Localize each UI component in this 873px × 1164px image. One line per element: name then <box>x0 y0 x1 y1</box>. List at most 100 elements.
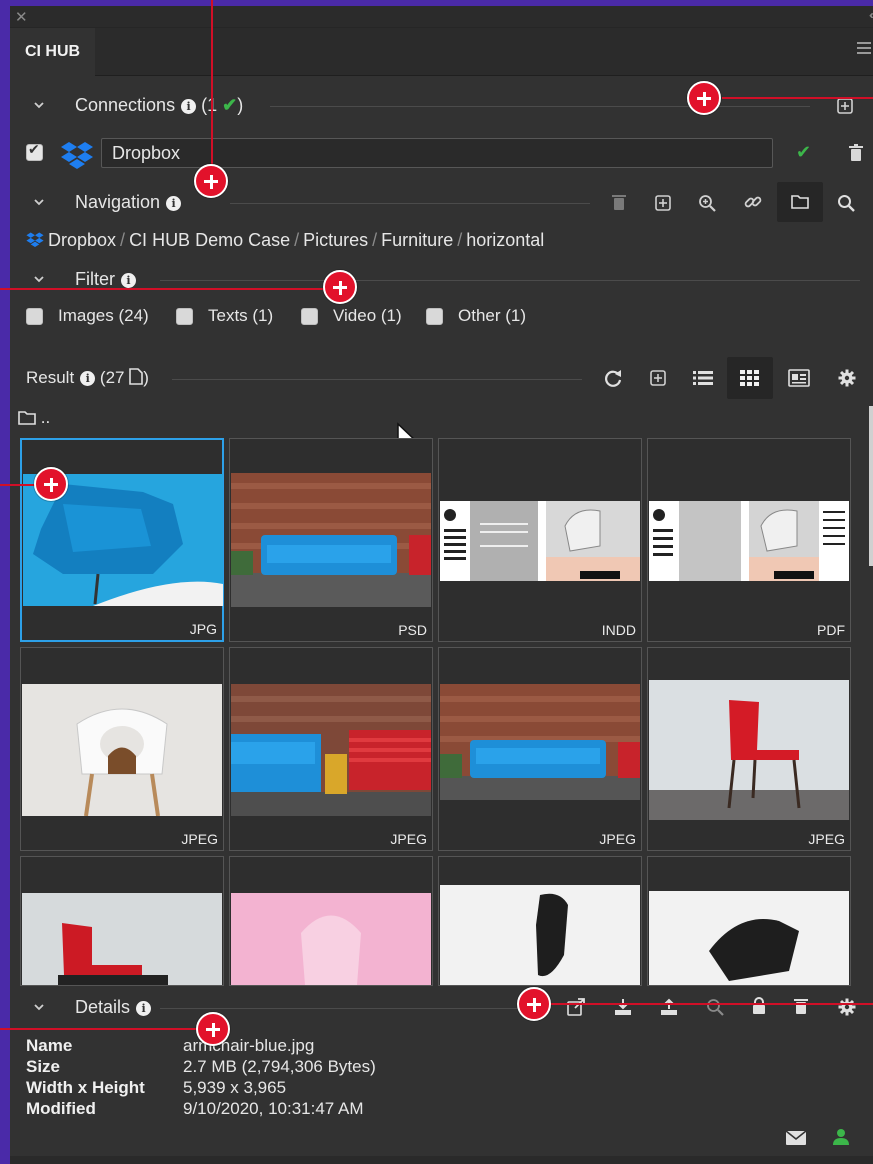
trash-icon[interactable] <box>848 144 864 162</box>
browse-folder-button[interactable] <box>777 182 823 222</box>
file-type-label: JPG <box>189 621 217 637</box>
result-tile[interactable]: JPEG <box>647 647 851 851</box>
result-tile[interactable]: JPEG <box>229 647 433 851</box>
tab-ci-hub[interactable]: CI HUB <box>10 28 95 76</box>
scrollbar-thumb[interactable] <box>869 406 873 566</box>
chevron-down-icon[interactable] <box>32 98 46 112</box>
chevron-down-icon[interactable] <box>32 195 46 209</box>
thumbnail-image <box>649 891 849 985</box>
annotation-line <box>550 1003 873 1005</box>
result-tile[interactable]: JPEG <box>20 647 224 851</box>
thumbnail-image <box>649 680 849 820</box>
connections-title: Connections i (1 ✔) <box>75 95 244 115</box>
info-icon[interactable]: i <box>166 196 182 211</box>
upload-icon[interactable] <box>660 998 678 1016</box>
collapse-icon[interactable]: ‹‹ <box>869 8 873 22</box>
divider <box>230 203 590 204</box>
divider <box>172 379 582 380</box>
filter-checkbox[interactable] <box>426 308 443 325</box>
grid-view-button[interactable] <box>727 357 773 399</box>
thumbnail-image <box>22 684 222 816</box>
divider <box>270 106 810 107</box>
breadcrumb-item[interactable]: Furniture <box>381 230 453 250</box>
result-tile[interactable] <box>647 856 851 986</box>
breadcrumb-item[interactable]: Pictures <box>303 230 368 250</box>
result-tile[interactable] <box>229 856 433 986</box>
tab-bar: CI HUB <box>10 28 873 76</box>
breadcrumb-item[interactable]: CI HUB Demo Case <box>129 230 290 250</box>
result-tile[interactable]: PDF <box>647 438 851 642</box>
annotation-plus-icon[interactable] <box>517 987 551 1021</box>
info-icon[interactable]: i <box>80 371 96 386</box>
filter-checkbox[interactable] <box>301 308 318 325</box>
thumbnail-image <box>649 501 849 581</box>
annotation-line <box>211 0 213 166</box>
filter-checkbox[interactable] <box>176 308 193 325</box>
parent-folder-item[interactable]: .. <box>18 408 50 428</box>
connections-count: (1 <box>201 95 218 115</box>
grid-view-icon <box>740 370 759 386</box>
search-icon[interactable] <box>837 194 855 212</box>
check-icon: ✔ <box>222 95 238 115</box>
refresh-icon[interactable] <box>604 369 622 387</box>
mail-icon[interactable] <box>786 1131 806 1145</box>
annotation-plus-icon[interactable] <box>196 1012 230 1046</box>
add-connection-icon[interactable] <box>836 97 854 115</box>
close-icon[interactable]: ✕ <box>15 8 28 26</box>
info-icon[interactable]: i <box>181 99 197 114</box>
connection-ok-icon[interactable]: ✔ <box>796 142 811 163</box>
thumbnail-image <box>440 885 640 985</box>
annotation-plus-icon[interactable] <box>34 467 68 501</box>
panel-menu-icon[interactable] <box>857 42 871 57</box>
result-tile[interactable]: PSD <box>229 438 433 642</box>
annotation-line <box>722 97 873 99</box>
annotation-line <box>0 288 325 290</box>
divider <box>160 1008 520 1009</box>
settings-icon[interactable] <box>838 369 856 387</box>
connection-enabled-checkbox[interactable] <box>26 142 43 161</box>
link-icon[interactable] <box>744 193 762 211</box>
trash-icon[interactable] <box>794 998 808 1014</box>
breadcrumb-item[interactable]: Dropbox <box>48 230 116 250</box>
connections-header: Connections i (1 ✔) <box>10 90 873 122</box>
folder-icon <box>791 195 809 209</box>
thumbnail-image <box>231 473 431 607</box>
filter-checkbox[interactable] <box>26 308 43 325</box>
result-tile[interactable] <box>438 856 642 986</box>
dropbox-icon <box>26 232 44 247</box>
trash-icon[interactable] <box>612 194 626 210</box>
bottom-bar <box>10 1156 873 1164</box>
download-icon[interactable] <box>614 998 632 1016</box>
file-type-label: JPEG <box>599 831 636 847</box>
ci-hub-panel: ✕ ‹‹ CI HUB Connectionsi (1 ✔) Dropbox ✔ <box>10 6 873 1164</box>
result-tile[interactable]: JPEG <box>438 647 642 851</box>
result-title: Result i (27 ) <box>26 368 149 387</box>
connection-name-field[interactable]: Dropbox <box>101 138 773 168</box>
open-external-icon[interactable] <box>567 998 585 1016</box>
add-icon[interactable] <box>649 369 667 387</box>
annotation-plus-icon[interactable] <box>323 270 357 304</box>
annotation-plus-icon[interactable] <box>194 164 228 198</box>
thumbnail-image <box>22 893 222 985</box>
zoom-icon[interactable] <box>698 194 716 212</box>
zoom-icon[interactable] <box>706 998 724 1016</box>
info-icon[interactable]: i <box>121 273 136 288</box>
file-type-label: JPEG <box>390 831 427 847</box>
list-view-icon[interactable] <box>693 370 713 386</box>
lock-icon[interactable] <box>752 997 766 1015</box>
details-list: Name armchair-blue.jpg Size 2.7 MB (2,794,… <box>26 1036 376 1120</box>
add-icon[interactable] <box>654 194 672 212</box>
chevron-down-icon[interactable] <box>32 272 46 286</box>
thumbnail-image <box>231 684 431 816</box>
info-icon[interactable]: i <box>136 1001 152 1016</box>
result-tile[interactable] <box>20 856 224 986</box>
user-icon[interactable] <box>833 1128 849 1145</box>
result-count: (27 <box>99 368 125 387</box>
chevron-down-icon[interactable] <box>32 1000 46 1014</box>
breadcrumb-item[interactable]: horizontal <box>466 230 544 250</box>
card-view-icon[interactable] <box>788 369 810 387</box>
annotation-plus-icon[interactable] <box>687 81 721 115</box>
result-tile[interactable]: INDD <box>438 438 642 642</box>
file-type-label: INDD <box>601 622 636 638</box>
settings-icon[interactable] <box>838 998 856 1016</box>
